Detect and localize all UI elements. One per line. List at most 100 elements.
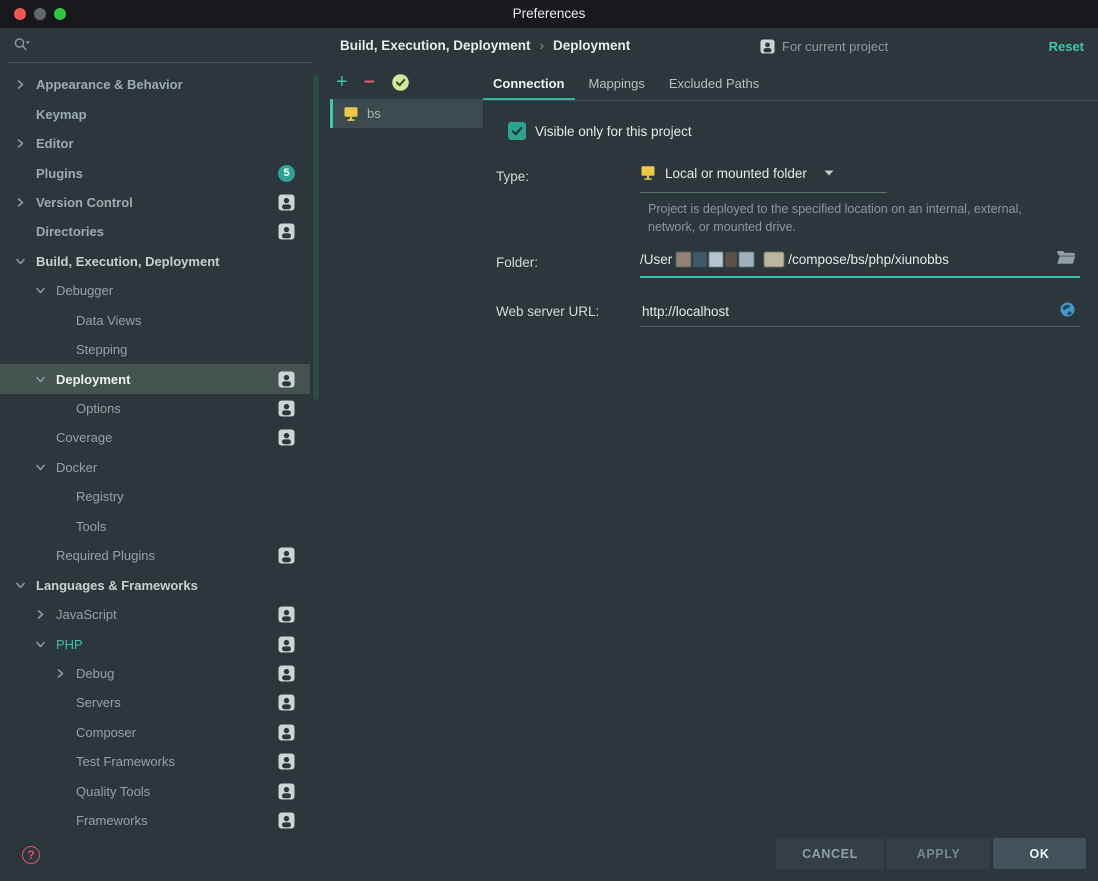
folder-field-underline (640, 276, 1080, 278)
sidebar-item-directories[interactable]: Directories (0, 217, 310, 246)
folder-label: Folder: (496, 255, 538, 270)
sidebar-item-appearance-behavior[interactable]: Appearance & Behavior (0, 70, 310, 99)
tab-connection[interactable]: Connection (483, 69, 575, 101)
type-description: Project is deployed to the specified loc… (648, 200, 1030, 236)
type-dropdown[interactable]: Local or mounted folder (640, 165, 834, 181)
chevron-down-icon[interactable] (16, 581, 36, 590)
person-icon (278, 371, 295, 388)
sidebar-item-test-frameworks[interactable]: Test Frameworks (0, 747, 310, 776)
dialog-footer: CANCELAPPLYOK (776, 838, 1086, 869)
sidebar-scrollbar[interactable] (313, 75, 319, 400)
chevron-right-icon[interactable] (16, 80, 36, 89)
visible-only-checkbox[interactable] (508, 122, 526, 140)
sidebar-item-label: PHP (56, 637, 83, 652)
tab-mappings[interactable]: Mappings (579, 69, 655, 101)
person-icon (278, 400, 295, 417)
tab-bar: ConnectionMappingsExcluded Paths (483, 69, 773, 101)
chevron-down-icon[interactable] (36, 640, 56, 649)
sidebar-item-label: Registry (76, 489, 124, 504)
sidebar-item-servers[interactable]: Servers (0, 688, 310, 717)
breadcrumb: Build, Execution, Deployment › Deploymen… (340, 38, 630, 53)
chevron-right-icon[interactable] (16, 139, 36, 148)
sidebar-item-label: Test Frameworks (76, 754, 175, 769)
type-field-underline (640, 192, 887, 193)
sidebar-item-quality-tools[interactable]: Quality Tools (0, 777, 310, 806)
remove-server-button[interactable]: − (364, 73, 375, 92)
person-icon (278, 606, 295, 623)
sidebar-item-editor[interactable]: Editor (0, 129, 310, 158)
sidebar-item-stepping[interactable]: Stepping (0, 335, 310, 364)
chevron-right-icon[interactable] (56, 669, 76, 678)
add-server-button[interactable]: + (336, 72, 348, 92)
sidebar-item-languages-frameworks[interactable]: Languages & Frameworks (0, 570, 310, 599)
browse-folder-button[interactable] (1056, 250, 1076, 265)
check-icon (510, 124, 524, 138)
server-icon (343, 106, 359, 122)
preferences-window: Preferences Appearance & BehaviorKeymapE… (0, 0, 1098, 881)
redacted-path-segment (676, 252, 784, 267)
sidebar-item-composer[interactable]: Composer (0, 718, 310, 747)
person-icon (278, 636, 295, 653)
sidebar-item-required-plugins[interactable]: Required Plugins (0, 541, 310, 570)
sidebar-item-label: Quality Tools (76, 784, 150, 799)
chevron-down-icon[interactable] (16, 257, 36, 266)
folder-path-prefix: /User (640, 252, 672, 267)
plugins-count-badge: 5 (278, 165, 295, 182)
sidebar-item-version-control[interactable]: Version Control (0, 188, 310, 217)
help-icon[interactable]: ? (22, 846, 40, 864)
url-field-underline (640, 326, 1080, 327)
settings-tree: Appearance & BehaviorKeymapEditorPlugins… (0, 70, 310, 835)
sidebar-item-label: Directories (36, 224, 104, 239)
tabs-divider (483, 100, 1098, 101)
breadcrumb-current: Deployment (553, 38, 630, 53)
sidebar-item-tools[interactable]: Tools (0, 512, 310, 541)
sidebar-item-build-execution-deployment[interactable]: Build, Execution, Deployment (0, 247, 310, 276)
sidebar-item-frameworks[interactable]: Frameworks (0, 806, 310, 835)
server-list-item-bs[interactable]: bs (330, 99, 483, 128)
chevron-right-icon[interactable] (16, 198, 36, 207)
sidebar-item-label: JavaScript (56, 607, 117, 622)
sidebar-item-deployment[interactable]: Deployment (0, 364, 310, 393)
folder-path-suffix: /compose/bs/php/xiunobbs (788, 252, 949, 267)
person-icon (278, 665, 295, 682)
sidebar-item-debugger[interactable]: Debugger (0, 276, 310, 305)
sidebar-item-docker[interactable]: Docker (0, 453, 310, 482)
person-icon (278, 753, 295, 770)
open-url-button[interactable] (1060, 302, 1075, 317)
sidebar-item-label: Coverage (56, 430, 112, 445)
sidebar-item-registry[interactable]: Registry (0, 482, 310, 511)
use-as-default-button[interactable] (391, 73, 410, 92)
sidebar-item-debug[interactable]: Debug (0, 659, 310, 688)
person-icon (278, 194, 295, 211)
type-value: Local or mounted folder (665, 166, 807, 181)
server-name: bs (367, 106, 381, 121)
cancel-button[interactable]: CANCEL (776, 838, 884, 869)
server-list-toolbar: + − (336, 70, 410, 94)
chevron-down-icon[interactable] (36, 375, 56, 384)
sidebar-item-javascript[interactable]: JavaScript (0, 600, 310, 629)
reset-link[interactable]: Reset (1049, 39, 1084, 54)
sidebar-item-data-views[interactable]: Data Views (0, 306, 310, 335)
person-icon (278, 812, 295, 829)
apply-button[interactable]: APPLY (887, 838, 990, 869)
chevron-down-icon[interactable] (36, 463, 56, 472)
sidebar-item-label: Tools (76, 519, 106, 534)
visible-only-label[interactable]: Visible only for this project (535, 124, 692, 139)
chevron-right-icon[interactable] (36, 610, 56, 619)
breadcrumb-parent[interactable]: Build, Execution, Deployment (340, 38, 531, 53)
web-server-url-input[interactable]: http://localhost (642, 304, 729, 319)
folder-input[interactable]: /User /compose/bs/php/xiunobbs (640, 252, 949, 267)
sidebar-item-label: Frameworks (76, 813, 148, 828)
person-icon (278, 223, 295, 240)
sidebar-item-label: Debug (76, 666, 114, 681)
sidebar-item-keymap[interactable]: Keymap (0, 99, 310, 128)
sidebar-item-php[interactable]: PHP (0, 629, 310, 658)
chevron-down-icon[interactable] (36, 286, 56, 295)
sidebar-item-options[interactable]: Options (0, 394, 310, 423)
sidebar-item-plugins[interactable]: Plugins5 (0, 158, 310, 187)
sidebar-item-label: Deployment (56, 372, 130, 387)
ok-button[interactable]: OK (993, 838, 1086, 869)
settings-search-input[interactable] (0, 28, 320, 62)
sidebar-item-coverage[interactable]: Coverage (0, 423, 310, 452)
tab-excluded-paths[interactable]: Excluded Paths (659, 69, 769, 101)
